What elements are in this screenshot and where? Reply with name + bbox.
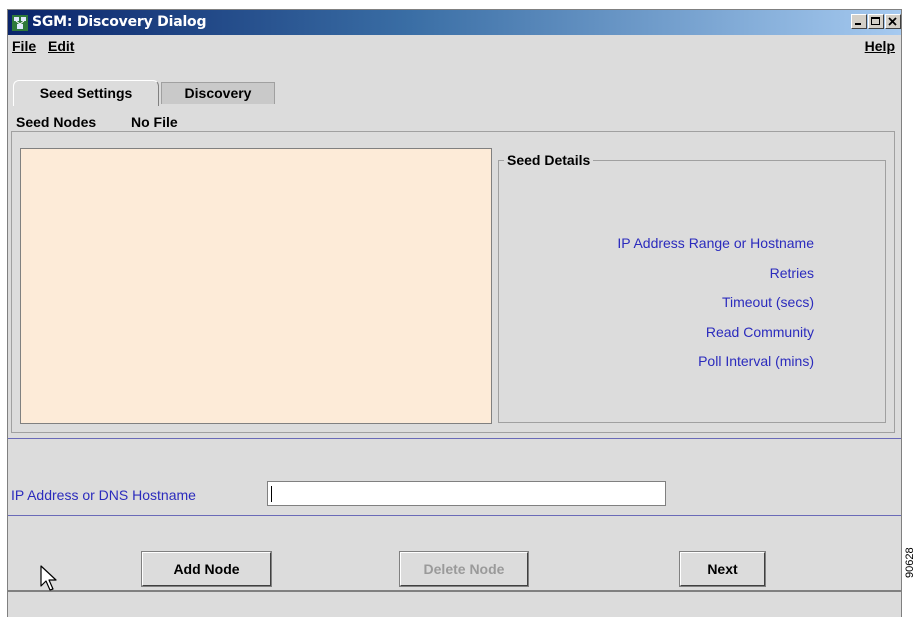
poll-interval-label: Poll Interval (mins) — [698, 353, 814, 369]
status-bar — [8, 590, 901, 617]
menu-bar: File Edit Help — [8, 35, 901, 57]
discovery-dialog-window: SGM: Discovery Dialog File Edit Help See… — [7, 9, 902, 617]
tab-seed-settings[interactable]: Seed Settings — [13, 80, 159, 106]
ip-range-label: IP Address Range or Hostname — [617, 235, 814, 251]
maximize-button[interactable] — [868, 14, 884, 29]
seed-node-list[interactable] — [20, 148, 492, 424]
mouse-pointer-icon — [40, 565, 57, 591]
tab-discovery[interactable]: Discovery — [161, 82, 275, 104]
seed-nodes-title: Seed Nodes — [13, 114, 100, 130]
minimize-button[interactable] — [851, 14, 867, 29]
close-button[interactable] — [885, 14, 901, 29]
menu-file[interactable]: File — [12, 38, 36, 54]
divider-bottom — [8, 515, 901, 516]
ip-hostname-input[interactable] — [267, 481, 666, 506]
menu-help[interactable]: Help — [865, 38, 895, 54]
network-app-icon — [12, 15, 28, 31]
menu-edit[interactable]: Edit — [48, 38, 74, 54]
minimize-icon — [855, 23, 861, 25]
maximize-icon — [871, 17, 880, 25]
ip-hostname-label: IP Address or DNS Hostname — [11, 487, 196, 503]
text-cursor — [271, 486, 272, 502]
close-icon — [888, 17, 897, 26]
divider-top — [8, 438, 901, 439]
timeout-label: Timeout (secs) — [721, 294, 814, 310]
tab-strip: Seed Settings Discovery — [8, 80, 901, 106]
title-bar[interactable]: SGM: Discovery Dialog — [8, 10, 901, 35]
delete-node-button[interactable]: Delete Node — [399, 551, 529, 587]
figure-id: 90628 — [904, 547, 916, 578]
read-community-label: Read Community — [705, 324, 814, 340]
window-title: SGM: Discovery Dialog — [32, 14, 207, 30]
seed-details-group: Seed Details IP Address Range or Hostnam… — [498, 152, 886, 423]
seed-details-title: Seed Details — [504, 152, 594, 168]
seed-file-status: No File — [128, 114, 181, 130]
next-button[interactable]: Next — [679, 551, 766, 587]
add-node-button[interactable]: Add Node — [141, 551, 272, 587]
retries-label: Retries — [769, 265, 814, 281]
